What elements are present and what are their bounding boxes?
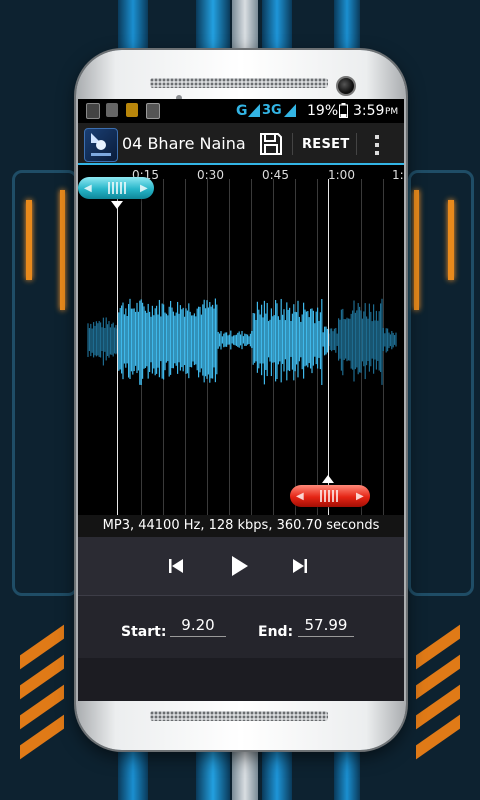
timeline-tick: 0:45 (262, 168, 289, 182)
status-bar: G 3G 19% 3:59 PM (78, 99, 404, 123)
range-row: Start: End: (78, 596, 404, 658)
audio-waveform (87, 298, 397, 385)
start-label: Start: (121, 624, 167, 640)
start-pointer (111, 201, 123, 209)
end-label: End: (258, 624, 294, 640)
start-handle[interactable]: ◀ ▶ (78, 177, 154, 199)
wifi-signal-icon (284, 104, 296, 117)
timeline-tick: 0:30 (197, 168, 224, 182)
start-time-field[interactable] (170, 614, 226, 637)
action-divider (292, 133, 293, 155)
clock-suffix: PM (385, 107, 399, 117)
start-marker-line (117, 179, 118, 515)
overflow-menu-icon[interactable] (368, 133, 386, 157)
action-bar: 04 Bhare Naina RESET (78, 123, 404, 165)
reset-button[interactable]: RESET (302, 137, 350, 152)
action-divider (356, 133, 357, 155)
battery-percent: 19% (307, 103, 339, 119)
clock: 3:59 (353, 103, 385, 119)
timeline-tick: 1: (392, 168, 404, 182)
waveform-editor[interactable]: 0:15 0:30 0:45 1:00 1: ◀ ▶ ◀ ▶ (78, 165, 404, 515)
end-pointer (322, 475, 334, 483)
bottom-speaker-grille (150, 711, 328, 721)
image-icon (106, 103, 118, 117)
track-title: 04 Bhare Naina (122, 134, 246, 153)
timeline-tick: 1:00 (328, 168, 355, 182)
play-icon[interactable] (228, 554, 250, 578)
alert-icon (146, 103, 160, 119)
transport-controls (78, 537, 404, 596)
app-logo-icon[interactable] (84, 128, 118, 162)
network-type: G (236, 103, 248, 119)
previous-icon[interactable] (166, 556, 186, 576)
bbm-icon (86, 103, 100, 119)
top-speaker-grille (150, 78, 328, 88)
store-icon (126, 103, 138, 117)
file-info: MP3, 44100 Hz, 128 kbps, 360.70 seconds (78, 515, 404, 537)
end-time-field[interactable] (298, 614, 354, 637)
signal-icon (248, 104, 260, 117)
battery-icon (339, 103, 348, 118)
phone-screen: G 3G 19% 3:59 PM 04 Bhare Naina RESET 0:… (78, 99, 404, 701)
end-marker-line (328, 179, 329, 515)
end-handle[interactable]: ◀ ▶ (290, 485, 370, 507)
next-icon[interactable] (290, 556, 310, 576)
data-type: 3G (262, 103, 282, 118)
bottom-panel (78, 658, 404, 701)
save-icon[interactable] (258, 131, 284, 157)
front-camera (336, 76, 356, 96)
